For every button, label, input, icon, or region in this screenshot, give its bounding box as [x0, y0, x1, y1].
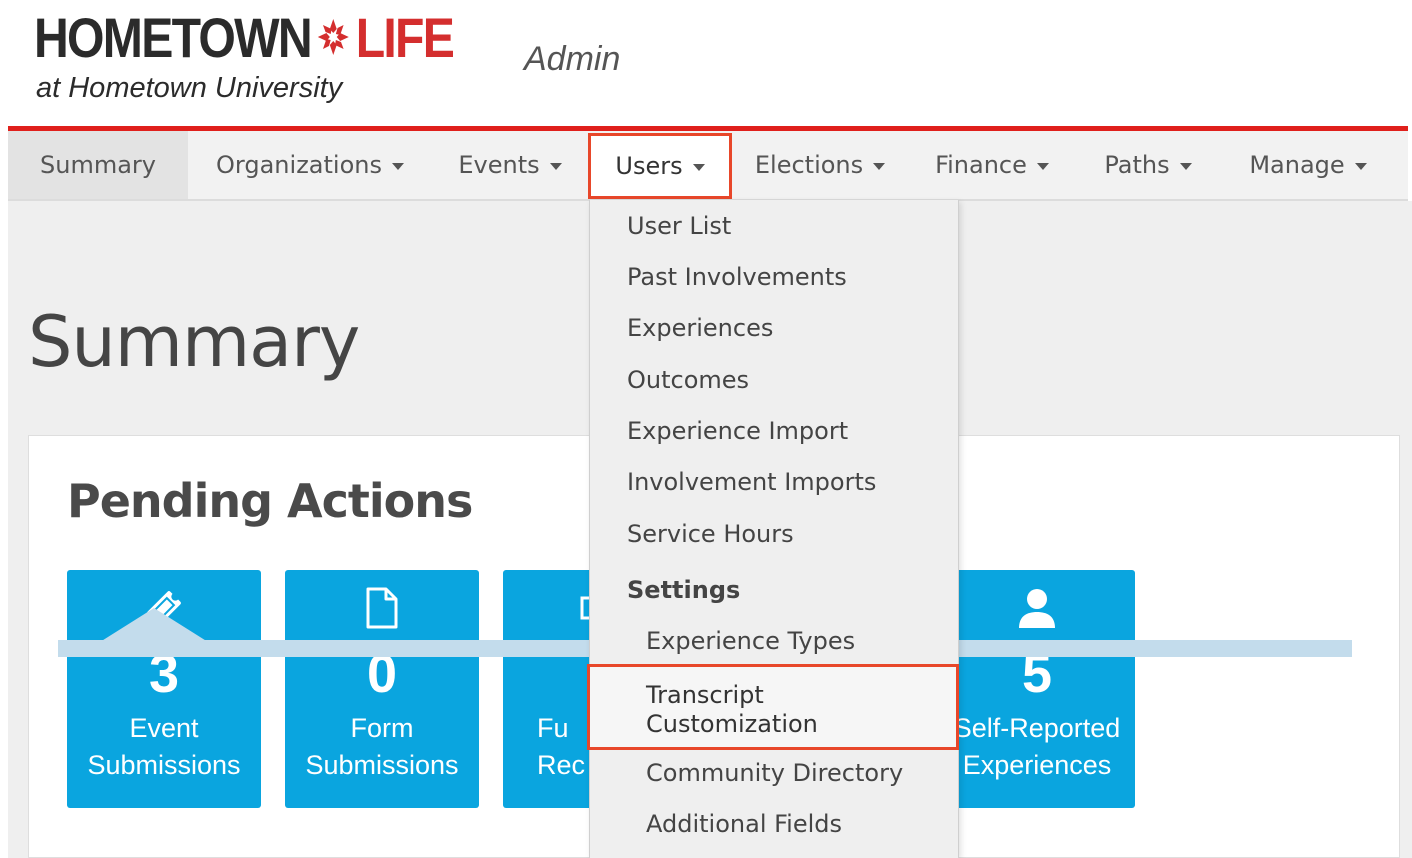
menu-item-experiences[interactable]: Experiences: [627, 314, 773, 342]
chevron-down-icon: [549, 163, 562, 170]
tile-label-line2: Submissions: [87, 750, 241, 780]
admin-label: Admin: [524, 40, 621, 78]
nav-manage[interactable]: Manage: [1220, 131, 1396, 199]
nav-elections-label: Elections: [754, 151, 864, 179]
nav-events-label: Events: [458, 151, 540, 179]
tile-selection-pointer: [100, 608, 208, 642]
menu-header-settings: Settings: [627, 576, 741, 604]
tile-label: Self-Reported Experiences: [939, 710, 1135, 784]
chevron-down-icon: [1036, 163, 1049, 170]
chevron-down-icon: [873, 163, 886, 170]
tile-label-line1: Self-Reported: [953, 713, 1121, 743]
logo-wordmark: HOMETOWN LIFE: [34, 6, 455, 69]
nav-finance-label: Finance: [935, 151, 1027, 179]
nav-users[interactable]: Users: [588, 133, 732, 199]
nav-organizations-label: Organizations: [216, 151, 382, 179]
logo-subtitle: at Hometown University: [36, 72, 343, 104]
menu-item-transcript-customization-label: Transcript Customization: [646, 681, 818, 739]
menu-item-outcomes[interactable]: Outcomes: [627, 366, 749, 394]
tile-form-submissions[interactable]: 0 Form Submissions: [285, 570, 479, 808]
site-header: HOMETOWN LIFE at Hometown University Adm…: [0, 0, 1412, 126]
nav-events[interactable]: Events: [432, 131, 588, 199]
logo-word-hometown: HOMETOWN: [34, 6, 313, 69]
page-title: Summary: [28, 301, 360, 383]
nav-users-label: Users: [615, 152, 683, 180]
main-nav: Summary Organizations Events Users Elect…: [8, 131, 1408, 201]
chevron-down-icon: [1354, 163, 1367, 170]
tile-event-submissions[interactable]: 3 Event Submissions: [67, 570, 261, 808]
document-icon: [285, 586, 479, 634]
menu-item-community-directory[interactable]: Community Directory: [646, 759, 903, 787]
nav-finance[interactable]: Finance: [908, 131, 1076, 199]
users-dropdown-menu: User List Past Involvements Experiences …: [587, 200, 959, 858]
nav-elections[interactable]: Elections: [732, 131, 908, 199]
menu-item-label-line2: Customization: [646, 710, 818, 738]
menu-item-experience-types[interactable]: Experience Types: [646, 627, 855, 655]
menu-item-user-list[interactable]: User List: [627, 212, 731, 240]
nav-organizations[interactable]: Organizations: [188, 131, 432, 199]
chevron-down-icon: [692, 164, 705, 171]
tile-label: Event Submissions: [67, 710, 261, 784]
menu-item-additional-fields[interactable]: Additional Fields: [646, 810, 842, 838]
logo-star-icon: [316, 10, 350, 66]
nav-summary[interactable]: Summary: [8, 131, 188, 199]
nav-paths-label: Paths: [1104, 151, 1170, 179]
user-icon: [939, 586, 1135, 634]
menu-item-experience-import[interactable]: Experience Import: [627, 417, 848, 445]
tile-label-line1: Event: [129, 713, 199, 743]
tile-label-line2: Experiences: [962, 750, 1112, 780]
logo-word-life: LIFE: [355, 6, 455, 69]
menu-item-label-line1: Transcript: [646, 681, 764, 709]
tile-label-line2: Submissions: [305, 750, 459, 780]
nav-summary-label: Summary: [40, 151, 156, 179]
chevron-down-icon: [391, 163, 404, 170]
menu-item-involvement-imports[interactable]: Involvement Imports: [627, 468, 876, 496]
nav-paths[interactable]: Paths: [1076, 131, 1220, 199]
tile-label: Form Submissions: [285, 710, 479, 784]
chevron-down-icon: [1179, 163, 1192, 170]
menu-item-transcript-customization[interactable]: Transcript Customization: [587, 664, 959, 750]
pending-actions-title: Pending Actions: [67, 474, 473, 528]
tile-label-line1: Form: [350, 713, 414, 743]
menu-item-service-hours[interactable]: Service Hours: [627, 520, 794, 548]
menu-item-past-involvements[interactable]: Past Involvements: [627, 263, 847, 291]
tile-self-reported-experiences[interactable]: 5 Self-Reported Experiences: [939, 570, 1135, 808]
nav-manage-label: Manage: [1249, 151, 1345, 179]
hometown-life-logo[interactable]: HOMETOWN LIFE at Hometown University: [34, 6, 521, 105]
